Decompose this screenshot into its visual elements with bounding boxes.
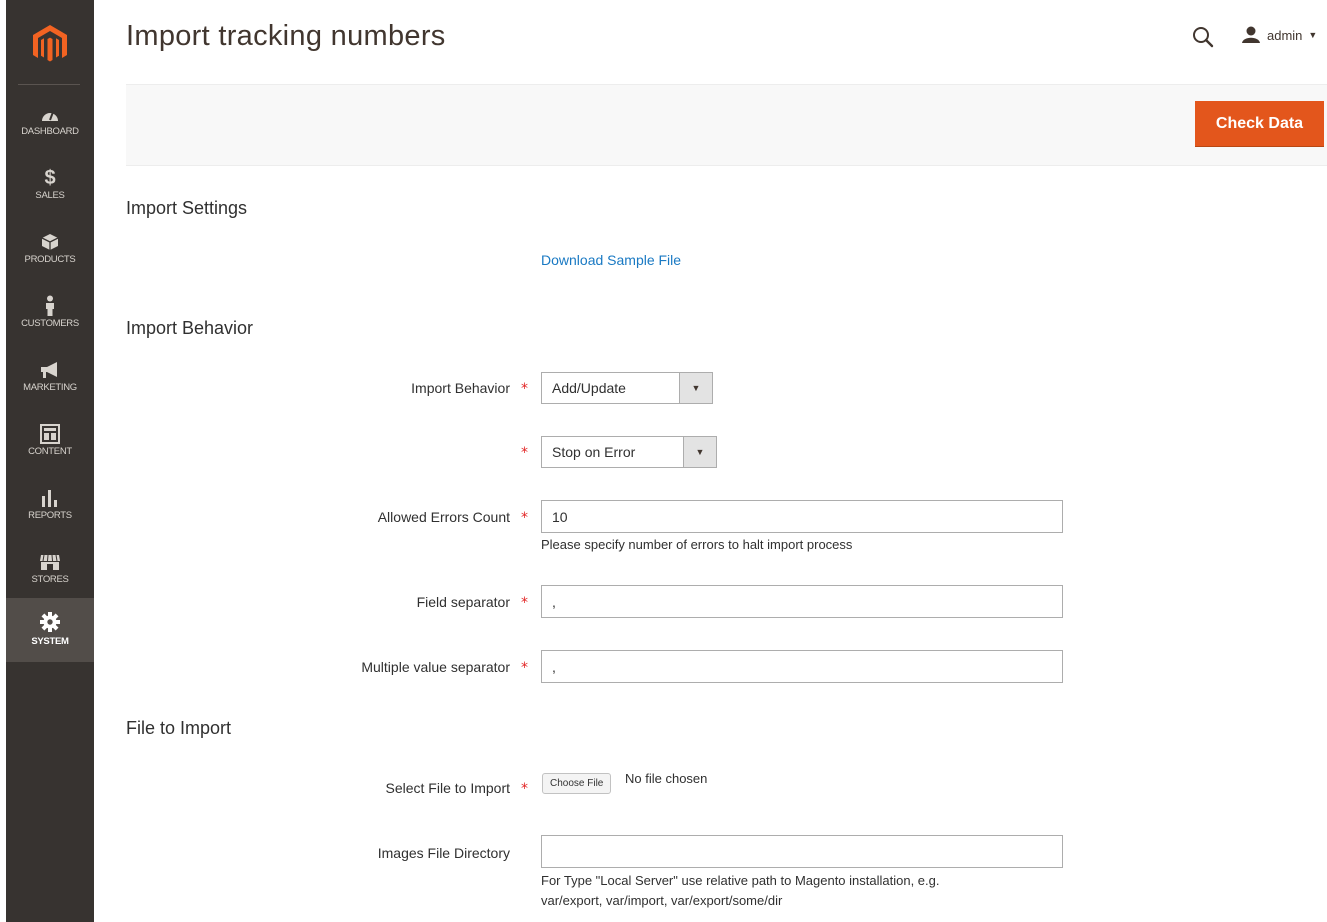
nav-item-reports[interactable]: REPORTS xyxy=(6,482,94,546)
gear-icon xyxy=(6,610,94,634)
nav-label: SYSTEM xyxy=(31,636,69,647)
required-mark: * xyxy=(521,595,528,611)
select-file-label: Select File to Import xyxy=(385,780,511,796)
search-icon xyxy=(1193,27,1214,48)
nav-item-sales[interactable]: $ SALES xyxy=(6,162,94,226)
field-separator-input[interactable] xyxy=(541,585,1063,618)
required-mark: * xyxy=(521,660,528,676)
import-behavior-label: Import Behavior xyxy=(411,380,510,396)
import-behavior-value: Add/Update xyxy=(552,380,626,396)
file-status-text: No file chosen xyxy=(625,771,708,786)
nav-item-dashboard[interactable]: DASHBOARD xyxy=(6,98,94,162)
nav-label: STORES xyxy=(31,574,69,585)
allowed-errors-count-input[interactable] xyxy=(541,500,1063,533)
layout-icon xyxy=(6,422,94,446)
required-mark: * xyxy=(521,381,528,397)
section-title-file-to-import: File to Import xyxy=(126,718,232,738)
store-icon xyxy=(6,550,94,574)
allowed-errors-count-label: Allowed Errors Count xyxy=(377,509,510,525)
nav-item-content[interactable]: CONTENT xyxy=(6,418,94,482)
logo-divider xyxy=(18,84,80,85)
allowed-errors-count-note: Please specify number of errors to halt … xyxy=(541,537,853,552)
multiple-value-separator-label: Multiple value separator xyxy=(361,659,510,675)
user-name: admin xyxy=(1267,27,1303,43)
dollar-icon: $ xyxy=(44,166,56,189)
required-mark: * xyxy=(521,781,528,797)
chevron-down-icon: ▼ xyxy=(683,437,716,467)
search-button[interactable] xyxy=(1190,24,1216,50)
nav-label: MARKETING xyxy=(23,382,77,393)
nav-item-customers[interactable]: CUSTOMERS xyxy=(6,290,94,354)
validation-strategy-value: Stop on Error xyxy=(552,444,636,460)
nav-label: PRODUCTS xyxy=(24,254,76,265)
nav-item-system[interactable]: SYSTEM xyxy=(6,598,94,662)
images-dir-note-line-1: For Type "Local Server" use relative pat… xyxy=(541,873,940,888)
images-file-directory-label: Images File Directory xyxy=(377,845,510,861)
page-title: Import tracking numbers xyxy=(126,20,446,52)
magento-logo-icon[interactable] xyxy=(31,24,69,64)
megaphone-icon xyxy=(6,358,94,382)
nav-item-products[interactable]: PRODUCTS xyxy=(6,226,94,290)
section-title-import-settings: Import Settings xyxy=(126,198,248,218)
nav-label: REPORTS xyxy=(28,510,72,521)
admin-sidebar: DASHBOARD $ SALES PRODUCTS CUSTOMERS MAR… xyxy=(0,0,94,922)
nav-label: DASHBOARD xyxy=(21,126,79,137)
cube-icon xyxy=(6,230,94,254)
nav-label: SALES xyxy=(35,190,65,201)
nav-label: CONTENT xyxy=(28,446,72,457)
required-mark: * xyxy=(521,510,528,526)
check-data-button[interactable]: Check Data xyxy=(1195,101,1324,147)
user-icon xyxy=(1242,26,1260,43)
chevron-down-icon: ▼ xyxy=(1308,30,1318,40)
required-mark: * xyxy=(521,445,528,461)
person-icon xyxy=(6,294,94,318)
nav-label: CUSTOMERS xyxy=(21,318,79,329)
images-dir-note-line-2: var/export, var/import, var/export/some/… xyxy=(541,893,783,908)
images-file-directory-input[interactable] xyxy=(541,835,1063,868)
multiple-value-separator-input[interactable] xyxy=(541,650,1063,683)
field-separator-label: Field separator xyxy=(416,594,510,610)
page-actions-bar xyxy=(126,84,1327,166)
nav-item-marketing[interactable]: MARKETING xyxy=(6,354,94,418)
import-behavior-select[interactable]: Add/Update ▼ xyxy=(541,372,713,404)
bar-chart-icon xyxy=(6,486,94,510)
dashboard-icon xyxy=(6,102,94,126)
download-sample-file-link[interactable]: Download Sample File xyxy=(541,252,681,268)
validation-strategy-select[interactable]: Stop on Error ▼ xyxy=(541,436,717,468)
choose-file-button[interactable]: Choose File xyxy=(542,773,612,794)
user-menu-button[interactable]: admin ▼ xyxy=(1241,24,1317,46)
section-title-import-behavior: Import Behavior xyxy=(126,318,254,338)
chevron-down-icon: ▼ xyxy=(679,373,712,403)
